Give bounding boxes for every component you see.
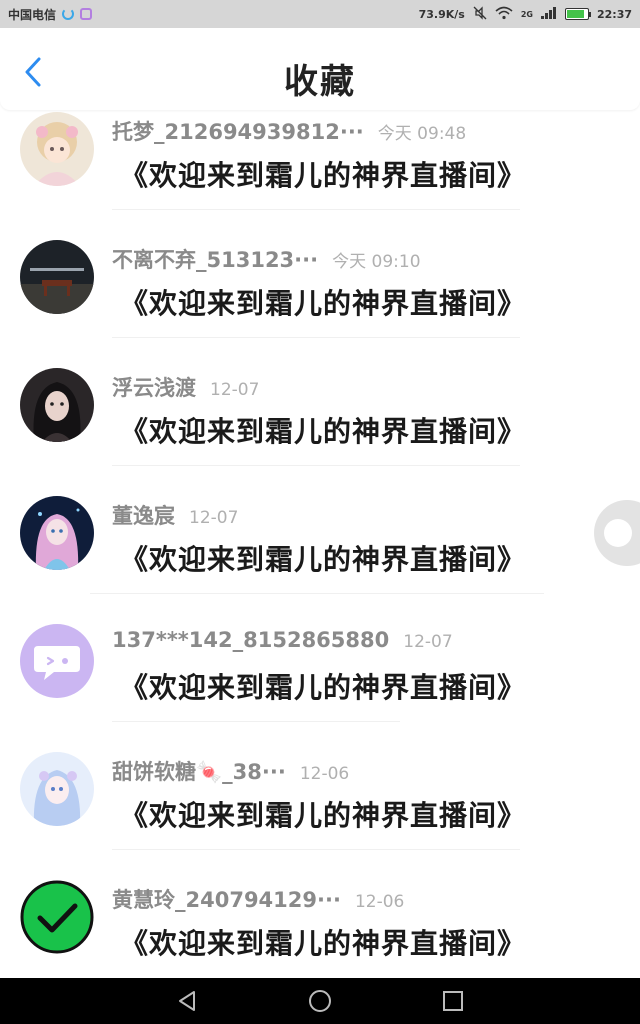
- message-text: 《欢迎来到霜儿的神界直播间》: [120, 799, 527, 832]
- list-item[interactable]: 浮云浅渡 12-07 《欢迎来到霜儿的神界直播间》: [0, 364, 640, 492]
- square-recents-icon: [443, 991, 464, 1011]
- divider: [112, 721, 400, 722]
- bench-photo-avatar[interactable]: [20, 240, 94, 314]
- sender-name: 甜饼软糖🍬_38···: [112, 760, 286, 784]
- message-text: 《欢迎来到霜儿的神界直播间》: [120, 543, 527, 576]
- sender-name: 董逸宸: [112, 504, 175, 528]
- green-check-avatar[interactable]: [20, 880, 94, 954]
- wifi-icon: [495, 6, 513, 23]
- timestamp: 12-07: [210, 380, 260, 400]
- sender-name: 浮云浅渡: [112, 376, 196, 400]
- message-text: 《欢迎来到霜儿的神界直播间》: [120, 415, 527, 448]
- triangle-back-icon: [178, 991, 195, 1011]
- item-meta: 甜饼软糖🍬_38··· 12-06: [112, 756, 349, 786]
- timestamp: 12-07: [189, 508, 239, 528]
- message-text: 《欢迎来到霜儿的神界直播间》: [120, 287, 527, 320]
- divider: [112, 209, 520, 210]
- divider: [90, 593, 544, 594]
- timestamp: 今天 09:10: [332, 252, 421, 272]
- list-item[interactable]: 不离不弃_513123··· 今天 09:10 《欢迎来到霜儿的神界直播间》: [0, 236, 640, 364]
- list-item[interactable]: 董逸宸 12-07 《欢迎来到霜儿的神界直播间》: [0, 492, 640, 620]
- network-type: 2G: [520, 9, 533, 19]
- status-bar: 中国电信 73.9K/s 2G 22:37: [0, 0, 640, 28]
- divider: [112, 337, 520, 338]
- page-title: 收藏: [284, 62, 356, 102]
- circle-icon: [604, 519, 632, 547]
- clock: 22:37: [596, 7, 632, 21]
- message-text: 《欢迎来到霜儿的神界直播间》: [120, 927, 527, 960]
- sender-name: 不离不弃_513123···: [112, 248, 319, 272]
- nav-back-button[interactable]: [167, 981, 207, 1021]
- dark-hair-girl-avatar[interactable]: [20, 368, 94, 442]
- timestamp: 12-06: [299, 764, 350, 784]
- sender-name: 黄慧玲_240794129···: [112, 888, 341, 912]
- item-meta: 董逸宸 12-07: [112, 500, 238, 530]
- navigation-bar: [0, 978, 640, 1024]
- item-meta: 137***142_8152865880 12-07: [112, 628, 453, 652]
- signal-icon: [540, 6, 557, 22]
- item-meta: 浮云浅渡 12-07: [112, 372, 259, 402]
- header: 收藏: [0, 28, 640, 110]
- sender-name: 托梦_212694939812···: [112, 120, 364, 144]
- item-meta: 托梦_212694939812··· 今天 09:48: [112, 116, 466, 146]
- battery-icon: [564, 8, 591, 20]
- list-item[interactable]: 托梦_212694939812··· 今天 09:48 《欢迎来到霜儿的神界直播…: [0, 108, 640, 236]
- sender-name: 137***142_8152865880: [112, 628, 390, 652]
- mute-icon: [473, 5, 487, 23]
- item-meta: 不离不弃_513123··· 今天 09:10: [112, 244, 421, 274]
- timestamp: 12-07: [403, 632, 453, 652]
- circle-home-icon: [308, 990, 331, 1012]
- nav-recents-button[interactable]: [433, 981, 473, 1021]
- nav-home-button[interactable]: [300, 981, 340, 1021]
- fantasy-girl-avatar[interactable]: [20, 496, 94, 570]
- battery-fill: [566, 10, 584, 18]
- anime-blue-girl-avatar[interactable]: [20, 752, 94, 826]
- carrier-label: 中国电信: [8, 7, 57, 22]
- item-meta: 黄慧玲_240794129··· 12-06: [112, 884, 404, 914]
- message-text: 《欢迎来到霜儿的神界直播间》: [120, 671, 527, 704]
- list-item[interactable]: 137***142_8152865880 12-07 《欢迎来到霜儿的神界直播间…: [0, 620, 640, 748]
- network-speed: 73.9K/s: [418, 7, 465, 21]
- timestamp: 12-06: [354, 892, 405, 912]
- status-left: 中国电信: [8, 6, 93, 23]
- anime-girl-avatar[interactable]: [20, 112, 94, 186]
- divider: [112, 849, 520, 850]
- favorites-list: 托梦_212694939812··· 今天 09:48 《欢迎来到霜儿的神界直播…: [0, 108, 640, 1004]
- sync-icon: [62, 8, 75, 20]
- chat-bubble-avatar[interactable]: [20, 624, 94, 698]
- timestamp: 今天 09:48: [377, 124, 467, 144]
- message-text: 《欢迎来到霜儿的神界直播间》: [120, 159, 527, 192]
- divider: [112, 465, 520, 466]
- app-notification-icon: [80, 8, 93, 20]
- status-right: 73.9K/s 2G 22:37: [418, 5, 632, 23]
- list-item[interactable]: 甜饼软糖🍬_38··· 12-06 《欢迎来到霜儿的神界直播间》: [0, 748, 640, 876]
